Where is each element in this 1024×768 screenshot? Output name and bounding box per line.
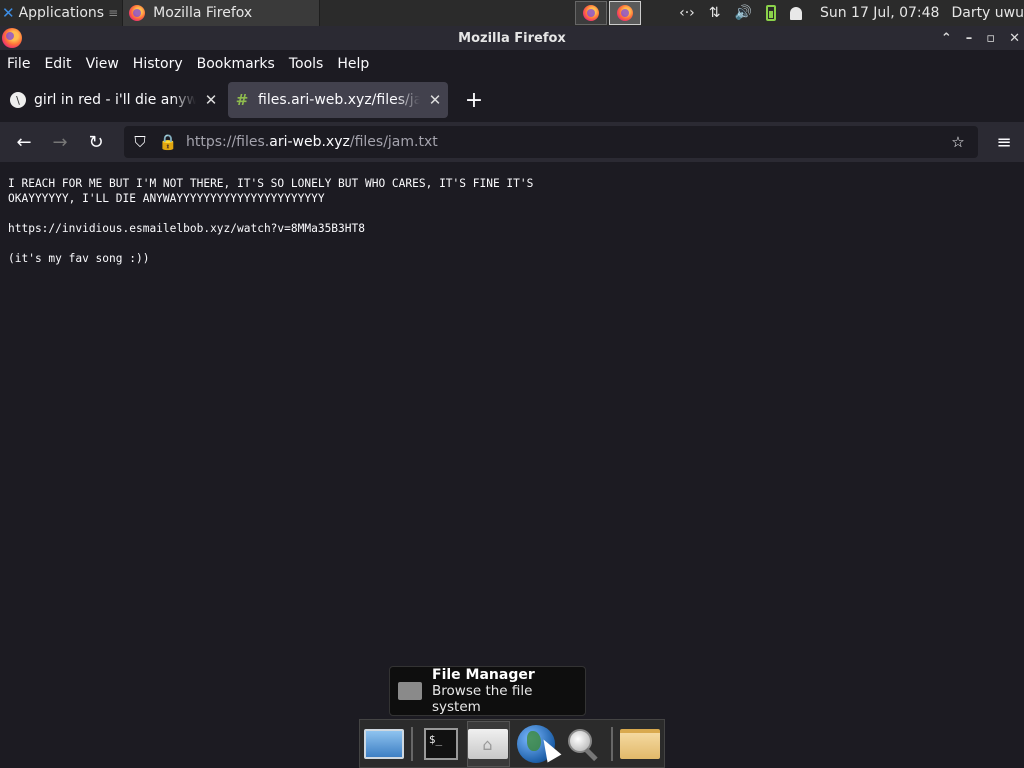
- applications-menu[interactable]: ✕ Applications ≡: [0, 0, 122, 26]
- firefox-icon: [617, 5, 634, 21]
- lock-icon[interactable]: 🔒: [158, 133, 178, 151]
- workspace-2[interactable]: [609, 1, 642, 25]
- tooltip-subtitle: Browse the file system: [432, 683, 533, 715]
- show-desktop-button[interactable]: [362, 721, 405, 767]
- top-panel: ✕ Applications ≡ Mozilla Firefox ‹·› ⇅ 🔊…: [0, 0, 1024, 26]
- menu-bookmarks[interactable]: Bookmarks: [197, 56, 275, 72]
- hamburger-menu-icon[interactable]: ≡: [984, 132, 1024, 153]
- dock-tooltip: File Manager Browse the file system: [389, 666, 586, 716]
- back-button[interactable]: ←: [8, 126, 40, 158]
- app-finder-button[interactable]: [561, 721, 604, 767]
- menu-bar: File Edit View History Bookmarks Tools H…: [0, 50, 1024, 78]
- bookmark-star-icon[interactable]: ☆: [948, 133, 968, 151]
- firefox-icon: [583, 5, 600, 21]
- minimize-button[interactable]: –: [966, 31, 973, 46]
- updown-icon[interactable]: ⇅: [709, 5, 721, 21]
- shield-icon[interactable]: ⛉: [130, 133, 150, 151]
- navigation-toolbar: ← → ↻ ⛉ 🔒 https://files.ari-web.xyz/file…: [0, 122, 1024, 162]
- home-folder-icon: [468, 728, 509, 759]
- new-tab-button[interactable]: +: [460, 88, 488, 113]
- file-manager-icon: [398, 682, 422, 700]
- bottom-dock: $_: [359, 719, 665, 768]
- workspace-1[interactable]: [575, 1, 608, 25]
- volume-icon[interactable]: 🔊: [735, 5, 752, 21]
- maximize-button[interactable]: ▫: [986, 31, 995, 46]
- menu-history[interactable]: History: [133, 56, 183, 72]
- menu-tools[interactable]: Tools: [289, 56, 324, 72]
- file-manager-button[interactable]: [466, 720, 511, 767]
- menu-edit[interactable]: Edit: [44, 56, 71, 72]
- dock-separator: [411, 726, 414, 761]
- battery-icon[interactable]: [765, 5, 776, 21]
- menu-separator-icon: ≡: [108, 6, 119, 20]
- terminal-button[interactable]: $_: [419, 721, 462, 767]
- shade-button[interactable]: ⌃: [941, 31, 952, 46]
- tab-strip: \ girl in red - i'll die anyway ✕ # file…: [0, 78, 1024, 122]
- hash-icon: #: [235, 91, 249, 109]
- close-tab-icon[interactable]: ✕: [428, 91, 442, 109]
- menu-view[interactable]: View: [86, 56, 119, 72]
- firefox-icon: [129, 5, 146, 21]
- url-text[interactable]: https://files.ari-web.xyz/files/jam.txt: [186, 134, 940, 150]
- tab-jam-txt[interactable]: # files.ari-web.xyz/files/jam.txt ✕: [228, 82, 448, 118]
- tab-label: girl in red - i'll die anyway: [34, 92, 196, 108]
- taskbar-firefox-label: Mozilla Firefox: [153, 5, 253, 21]
- folder-button[interactable]: [619, 721, 662, 767]
- menu-help[interactable]: Help: [337, 56, 369, 72]
- applications-label: Applications: [18, 5, 105, 21]
- reload-button[interactable]: ↻: [80, 126, 112, 158]
- xfce-icon: ✕: [2, 4, 15, 22]
- close-window-button[interactable]: ✕: [1009, 31, 1020, 46]
- dock-separator: [610, 726, 613, 761]
- invidious-icon: \: [10, 92, 26, 108]
- menu-file[interactable]: File: [7, 56, 30, 72]
- folder-icon: [620, 728, 661, 759]
- user-menu[interactable]: Darty uwu: [951, 5, 1024, 21]
- terminal-icon: $_: [423, 727, 458, 760]
- forward-button[interactable]: →: [44, 126, 76, 158]
- system-tray: ‹·› ⇅ 🔊: [679, 5, 802, 21]
- workspace-switcher: [575, 1, 642, 25]
- window-title: Mozilla Firefox: [458, 30, 566, 46]
- text-file-body: I REACH FOR ME BUT I'M NOT THERE, IT'S S…: [8, 177, 534, 265]
- close-tab-icon[interactable]: ✕: [204, 91, 218, 109]
- firefox-icon: [2, 28, 22, 48]
- tooltip-title: File Manager: [432, 667, 535, 683]
- magnifier-icon: [566, 727, 600, 761]
- tab-girl-in-red[interactable]: \ girl in red - i'll die anyway ✕: [4, 82, 224, 118]
- network-icon[interactable]: ‹·›: [679, 5, 695, 21]
- clock[interactable]: Sun 17 Jul, 07:48: [820, 5, 940, 21]
- desktop-icon: [363, 728, 404, 759]
- tab-label: files.ari-web.xyz/files/jam.txt: [258, 92, 420, 108]
- url-bar[interactable]: ⛉ 🔒 https://files.ari-web.xyz/files/jam.…: [124, 126, 978, 158]
- notification-bell-icon[interactable]: [789, 6, 802, 20]
- window-titlebar[interactable]: Mozilla Firefox ⌃ – ▫ ✕: [0, 26, 1024, 50]
- taskbar-firefox-button[interactable]: Mozilla Firefox: [122, 0, 321, 26]
